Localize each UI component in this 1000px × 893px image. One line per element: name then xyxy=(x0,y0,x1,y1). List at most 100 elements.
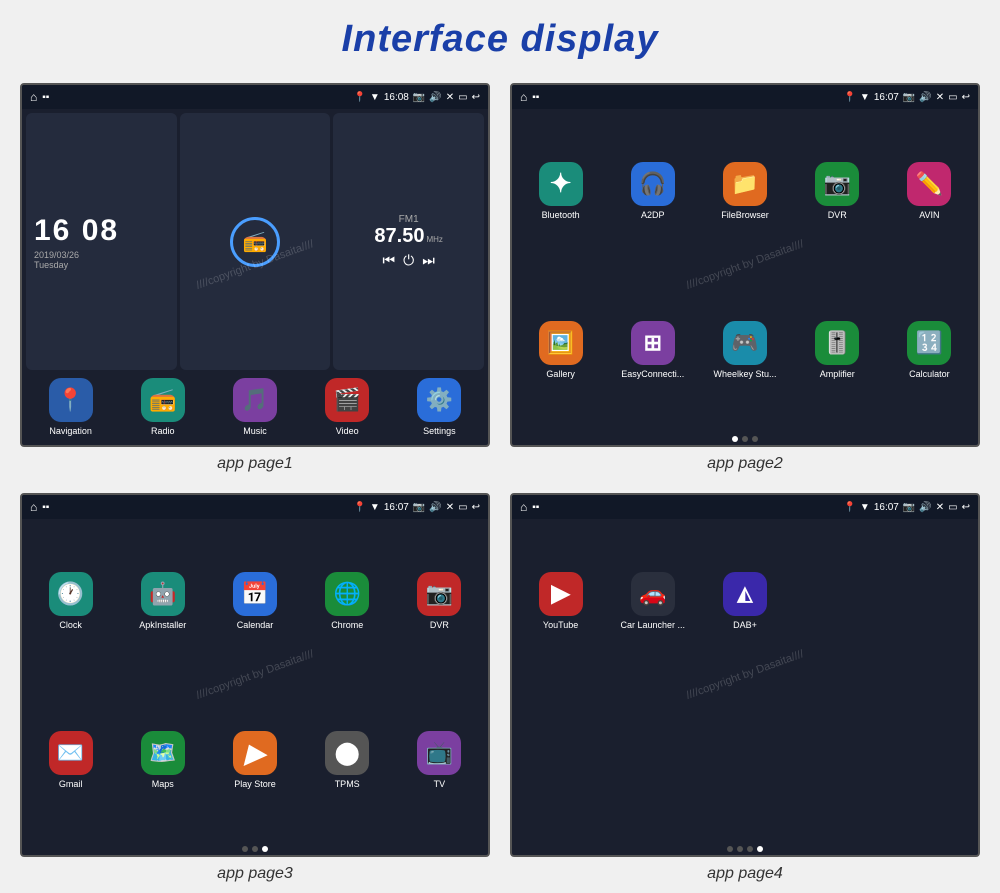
app-a2dp[interactable]: 🎧 A2DP xyxy=(608,113,697,270)
app-filebrowser[interactable]: 📁 FileBrowser xyxy=(700,113,789,270)
gallery-icon: 🖼️ xyxy=(539,321,583,365)
fm-prev-btn[interactable]: ⏮ xyxy=(383,252,396,269)
android-screen-page4: ⌂ ▪▪ 📍▼ 16:07 📷🔊✕▭↩ ▶ YouTube 🚗 Car Laun… xyxy=(510,493,980,857)
app-tv[interactable]: 📺 TV xyxy=(395,683,484,840)
empty-cell-2 xyxy=(885,523,974,680)
status-bar-page4: ⌂ ▪▪ 📍▼ 16:07 📷🔊✕▭↩ xyxy=(512,495,978,519)
app-settings[interactable]: ⚙️ Settings xyxy=(395,374,484,441)
status-left-icons-p2: ⌂ ▪▪ xyxy=(520,90,539,104)
radio-label: Radio xyxy=(151,426,175,437)
time-widget: 16 08 2019/03/26 Tuesday xyxy=(26,113,177,370)
app-clock[interactable]: 🕐 Clock xyxy=(26,523,115,680)
maps-icon: 🗺️ xyxy=(141,731,185,775)
app-video[interactable]: 🎬 Video xyxy=(303,374,392,441)
amplifier-icon: 🎚️ xyxy=(815,321,859,365)
radio-icon: 📻 xyxy=(230,217,280,267)
navigation-icon: 📍 xyxy=(49,378,93,422)
radio-app-icon: 📻 xyxy=(141,378,185,422)
avin-icon: ✏️ xyxy=(907,162,951,206)
page4-label: app page4 xyxy=(707,865,783,883)
app-youtube[interactable]: ▶ YouTube xyxy=(516,523,605,680)
status-left-icons-p3: ⌂ ▪▪ xyxy=(30,500,49,514)
app-navigation[interactable]: 📍 Navigation xyxy=(26,374,115,441)
video-label: Video xyxy=(336,426,359,437)
dot-3 xyxy=(752,436,758,442)
fm-power-btn[interactable]: ⏻ xyxy=(403,252,414,269)
app-wheelkey[interactable]: 🎮 Wheelkey Stu... xyxy=(700,273,789,430)
app-carlauncher[interactable]: 🚗 Car Launcher ... xyxy=(608,523,697,680)
fm-next-btn[interactable]: ⏭ xyxy=(422,252,435,269)
apkinstaller-icon: 🤖 xyxy=(141,572,185,616)
easyconnect-icon: ⊞ xyxy=(631,321,675,365)
app-dvr-p3[interactable]: 📷 DVR xyxy=(395,523,484,680)
clock-icon: 🕐 xyxy=(49,572,93,616)
page2-label: app page2 xyxy=(707,455,783,473)
app-music[interactable]: 🎵 Music xyxy=(210,374,299,441)
page1-app-row: 📍 Navigation 📻 Radio 🎵 Music 🎬 Video ⚙️ xyxy=(22,374,488,445)
empty-cell-6 xyxy=(793,683,882,840)
page4-app-grid: ▶ YouTube 🚗 Car Launcher ... ◭ DAB+ xyxy=(512,519,978,843)
app-dab[interactable]: ◭ DAB+ xyxy=(700,523,789,680)
android-screen-page3: ⌂ ▪▪ 📍▼ 16:07 📷🔊✕▭↩ 🕐 Clock 🤖 ApkInstall… xyxy=(20,493,490,857)
dot-2 xyxy=(742,436,748,442)
dab-icon: ◭ xyxy=(723,572,767,616)
screen-block-page2: ⌂ ▪▪ 📍▼ 16:07 📷🔊✕▭↩ ✦ Bluetooth 🎧 A2DP xyxy=(510,83,980,473)
empty-cell-3 xyxy=(516,683,605,840)
app-playstore[interactable]: ▶ Play Store xyxy=(210,683,299,840)
dot-2-p4 xyxy=(737,846,743,852)
app-maps[interactable]: 🗺️ Maps xyxy=(118,683,207,840)
status-bar-page1: ⌂ ▪▪ 📍 ▼ 16:08 📷 🔊 ✕ ▭ ↩ xyxy=(22,85,488,109)
bluetooth-icon: ✦ xyxy=(539,162,583,206)
app-calculator[interactable]: 🔢 Calculator xyxy=(885,273,974,430)
carlauncher-icon: 🚗 xyxy=(631,572,675,616)
dot-1-p3 xyxy=(242,846,248,852)
empty-cell-5 xyxy=(700,683,789,840)
dot-3-p3 xyxy=(262,846,268,852)
page2-app-grid: ✦ Bluetooth 🎧 A2DP 📁 FileBrowser 📷 DVR ✏… xyxy=(512,109,978,433)
wheelkey-icon: 🎮 xyxy=(723,321,767,365)
page3-app-grid: 🕐 Clock 🤖 ApkInstaller 📅 Calendar 🌐 Chro… xyxy=(22,519,488,843)
tv-icon: 📺 xyxy=(417,731,461,775)
app-avin[interactable]: ✏️ AVIN xyxy=(885,113,974,270)
status-bar-page3: ⌂ ▪▪ 📍▼ 16:07 📷🔊✕▭↩ xyxy=(22,495,488,519)
music-label: Music xyxy=(243,426,267,437)
time-display: 16 08 xyxy=(34,214,169,248)
fm-widget: FM1 87.50 MHz ⏮ ⏻ ⏭ xyxy=(333,113,484,370)
music-icon: 🎵 xyxy=(233,378,277,422)
app-dvr-p2[interactable]: 📷 DVR xyxy=(793,113,882,270)
dot-2-p3 xyxy=(252,846,258,852)
empty-cell-1 xyxy=(793,523,882,680)
app-easyconnect[interactable]: ⊞ EasyConnecti... xyxy=(608,273,697,430)
app-tpms[interactable]: ⬤ TPMS xyxy=(303,683,392,840)
gmail-icon: ✉️ xyxy=(49,731,93,775)
status-left-icons-p4: ⌂ ▪▪ xyxy=(520,500,539,514)
app-gmail[interactable]: ✉️ Gmail xyxy=(26,683,115,840)
app-chrome[interactable]: 🌐 Chrome xyxy=(303,523,392,680)
page1-label: app page1 xyxy=(217,455,293,473)
dot-1 xyxy=(732,436,738,442)
tpms-icon: ⬤ xyxy=(325,731,369,775)
dot-4-p4 xyxy=(757,846,763,852)
empty-cell-7 xyxy=(885,683,974,840)
app-bluetooth[interactable]: ✦ Bluetooth xyxy=(516,113,605,270)
page-title: Interface display xyxy=(0,0,1000,73)
app-gallery[interactable]: 🖼️ Gallery xyxy=(516,273,605,430)
youtube-icon: ▶ xyxy=(539,572,583,616)
calculator-icon: 🔢 xyxy=(907,321,951,365)
app-calendar[interactable]: 📅 Calendar xyxy=(210,523,299,680)
settings-label: Settings xyxy=(423,426,456,437)
screen-block-page1: ⌂ ▪▪ 📍 ▼ 16:08 📷 🔊 ✕ ▭ ↩ 16 08 xyxy=(20,83,490,473)
video-icon: 🎬 xyxy=(325,378,369,422)
status-left-icons: ⌂ ▪▪ xyxy=(30,90,49,104)
page3-label: app page3 xyxy=(217,865,293,883)
app-amplifier[interactable]: 🎚️ Amplifier xyxy=(793,273,882,430)
dot-indicators-p4 xyxy=(512,843,978,855)
dvr-icon-p2: 📷 xyxy=(815,162,859,206)
fm-controls: ⏮ ⏻ ⏭ xyxy=(383,252,435,269)
dot-indicators-p3 xyxy=(22,843,488,855)
android-screen-page2: ⌂ ▪▪ 📍▼ 16:07 📷🔊✕▭↩ ✦ Bluetooth 🎧 A2DP xyxy=(510,83,980,447)
status-right-icons: 📍 ▼ 16:08 📷 🔊 ✕ ▭ ↩ xyxy=(353,92,480,103)
app-apkinstaller[interactable]: 🤖 ApkInstaller xyxy=(118,523,207,680)
app-radio[interactable]: 📻 Radio xyxy=(118,374,207,441)
dot-indicators-p2 xyxy=(512,433,978,445)
